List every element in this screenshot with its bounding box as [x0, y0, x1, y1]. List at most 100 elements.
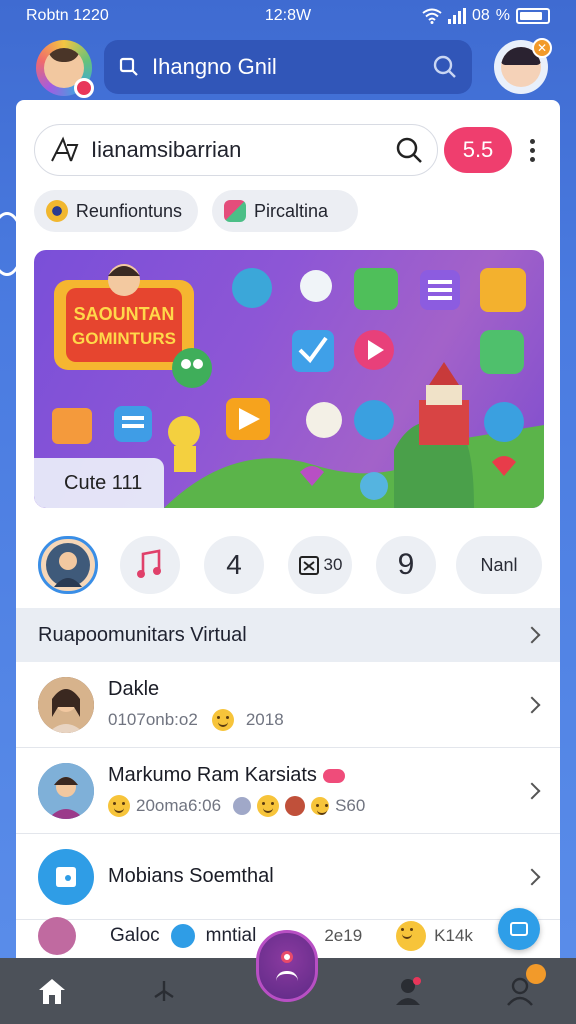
home-icon: [39, 979, 65, 1004]
avatar-icon: [38, 762, 94, 819]
avatar-icon: [46, 543, 90, 587]
signal-icon: [447, 8, 466, 24]
nav-profile[interactable]: [490, 964, 550, 1014]
chat-icon: [510, 922, 528, 936]
chevron-right-icon: [523, 868, 541, 885]
calendar-button[interactable]: 30: [288, 536, 352, 594]
number-button-9[interactable]: 9: [376, 536, 436, 594]
banner-caption: Cute 111: [34, 458, 164, 508]
center-create-button[interactable]: [256, 930, 318, 1002]
star-icon: [233, 797, 252, 815]
status-bar: Robtn 1220 12:8W 08%: [0, 0, 576, 32]
search-icon: [119, 57, 138, 76]
list-item[interactable]: Dakle 0107onb:o2 2018: [16, 662, 560, 748]
more-options-icon[interactable]: [526, 138, 538, 162]
close-icon[interactable]: ✕: [532, 38, 552, 58]
top-search-bar[interactable]: Ihangno Gnil: [104, 40, 472, 94]
button-label: Nanl: [480, 554, 518, 575]
main-sheet: Iianamsibarrian 5.5 Reunfiontuns Pircalt…: [16, 100, 560, 960]
smile-emoji-icon: [108, 795, 130, 817]
music-note-icon: [137, 549, 161, 578]
smile-emoji-icon: [211, 709, 234, 731]
search-value: Iianamsibarrian: [91, 137, 242, 162]
nav-discover[interactable]: [134, 968, 194, 1014]
calendar-icon: [298, 556, 319, 575]
button-label: 4: [226, 549, 242, 580]
avatar-icon: [38, 676, 94, 733]
chip-label: Reunfiontuns: [75, 200, 182, 221]
list-item-title: Mobians Soemthal: [108, 865, 274, 887]
notification-badge: [526, 964, 546, 984]
partial-label-d: K14k: [434, 926, 473, 945]
avatar-icon: [38, 917, 76, 955]
list-item-sub: 0107onb:o2 2018: [108, 709, 526, 731]
search-icon[interactable]: [432, 54, 458, 80]
list-item-subtext: 20oma6:06: [136, 796, 222, 815]
list-item-title: Dakle: [108, 678, 160, 700]
search-icon[interactable]: [395, 136, 423, 164]
chat-fab-button[interactable]: [498, 908, 540, 950]
chip-pircaltina[interactable]: Pircaltina: [212, 190, 358, 232]
music-button[interactable]: [120, 536, 180, 594]
nav-friends[interactable]: [378, 968, 438, 1014]
compass-icon: [167, 921, 198, 951]
chevron-right-icon: [523, 696, 541, 713]
contact-avatar: [38, 762, 94, 819]
top-search-label: Ihangno Gnil: [152, 54, 277, 79]
heart-icon: [322, 768, 345, 783]
count-badge-button[interactable]: 5.5: [444, 127, 512, 173]
list-item-body: Dakle 0107onb:o2 2018: [108, 678, 526, 731]
section-header[interactable]: Ruapoomunitars Virtual: [16, 608, 560, 662]
banner-headline-2: GOMINTURS: [72, 329, 176, 348]
status-icons: 08%: [422, 7, 550, 25]
button-label: 9: [397, 548, 415, 581]
quick-actions-row: 4 30 9 Nanl: [36, 536, 546, 596]
story-avatar-button[interactable]: [38, 536, 98, 594]
search-input[interactable]: Iianamsibarrian: [34, 124, 438, 176]
chevron-right-icon: [523, 782, 541, 799]
partial-label-c: 2e19: [324, 926, 363, 945]
nanl-button[interactable]: Nanl: [456, 536, 542, 594]
chip-reunfiontuns[interactable]: Reunfiontuns: [34, 190, 198, 232]
contact-avatar: [38, 676, 94, 733]
notification-badge: [74, 78, 94, 98]
button-label: 30: [323, 555, 343, 574]
logo-icon: [51, 136, 79, 162]
list-item-count: S60: [335, 796, 366, 815]
target-icon: [46, 200, 68, 222]
smile-icon: [276, 971, 298, 981]
section-title: Ruapoomunitars Virtual: [38, 623, 247, 646]
list-item-body: Mobians Soemthal: [108, 865, 526, 888]
nav-home[interactable]: [22, 968, 82, 1014]
list-item-subtext: 0107onb:o2: [108, 710, 198, 729]
battery-icon: [516, 8, 550, 24]
smile-emoji-icon: [396, 921, 427, 951]
status-carrier: Robtn 1220: [26, 7, 109, 24]
folder-icon: [56, 866, 76, 887]
wifi-icon: [422, 8, 442, 24]
record-icon: [281, 951, 293, 963]
person-icon: [396, 977, 421, 1005]
smile-emoji-icon: [257, 795, 280, 817]
ball-icon: [285, 796, 306, 816]
user-avatar[interactable]: ✕: [494, 38, 552, 94]
search-row: Iianamsibarrian 5.5: [34, 124, 542, 176]
sparkle-icon: [154, 981, 174, 1001]
banner-headline-1: SAOUNTAN: [74, 304, 175, 324]
list-item[interactable]: Mobians Soemthal: [16, 834, 560, 920]
chip-label: Pircaltina: [254, 200, 329, 221]
list-item-year: 2018: [245, 710, 284, 729]
partial-label-b: mntial: [205, 925, 257, 946]
partial-label-a: Galoc: [110, 925, 160, 946]
list-item-title: Markumo Ram Karsiats: [108, 764, 317, 786]
list-item-title-row: Markumo Ram Karsiats: [108, 764, 526, 787]
smile-emoji-icon: [311, 797, 330, 815]
list-item-sub: 20oma6:06 S60: [108, 795, 526, 817]
top-bar: Ihangno Gnil ✕: [0, 36, 576, 100]
list-item-body: Markumo Ram Karsiats 20oma6:06 S60: [108, 764, 526, 817]
list-item[interactable]: Markumo Ram Karsiats 20oma6:06 S60: [16, 748, 560, 834]
battery-percent: 08: [471, 7, 490, 24]
promo-banner[interactable]: SAOUNTAN GOMINTURS Cute 111: [34, 250, 544, 508]
profile-avatar[interactable]: [36, 40, 94, 98]
number-button-4[interactable]: 4: [204, 536, 264, 594]
